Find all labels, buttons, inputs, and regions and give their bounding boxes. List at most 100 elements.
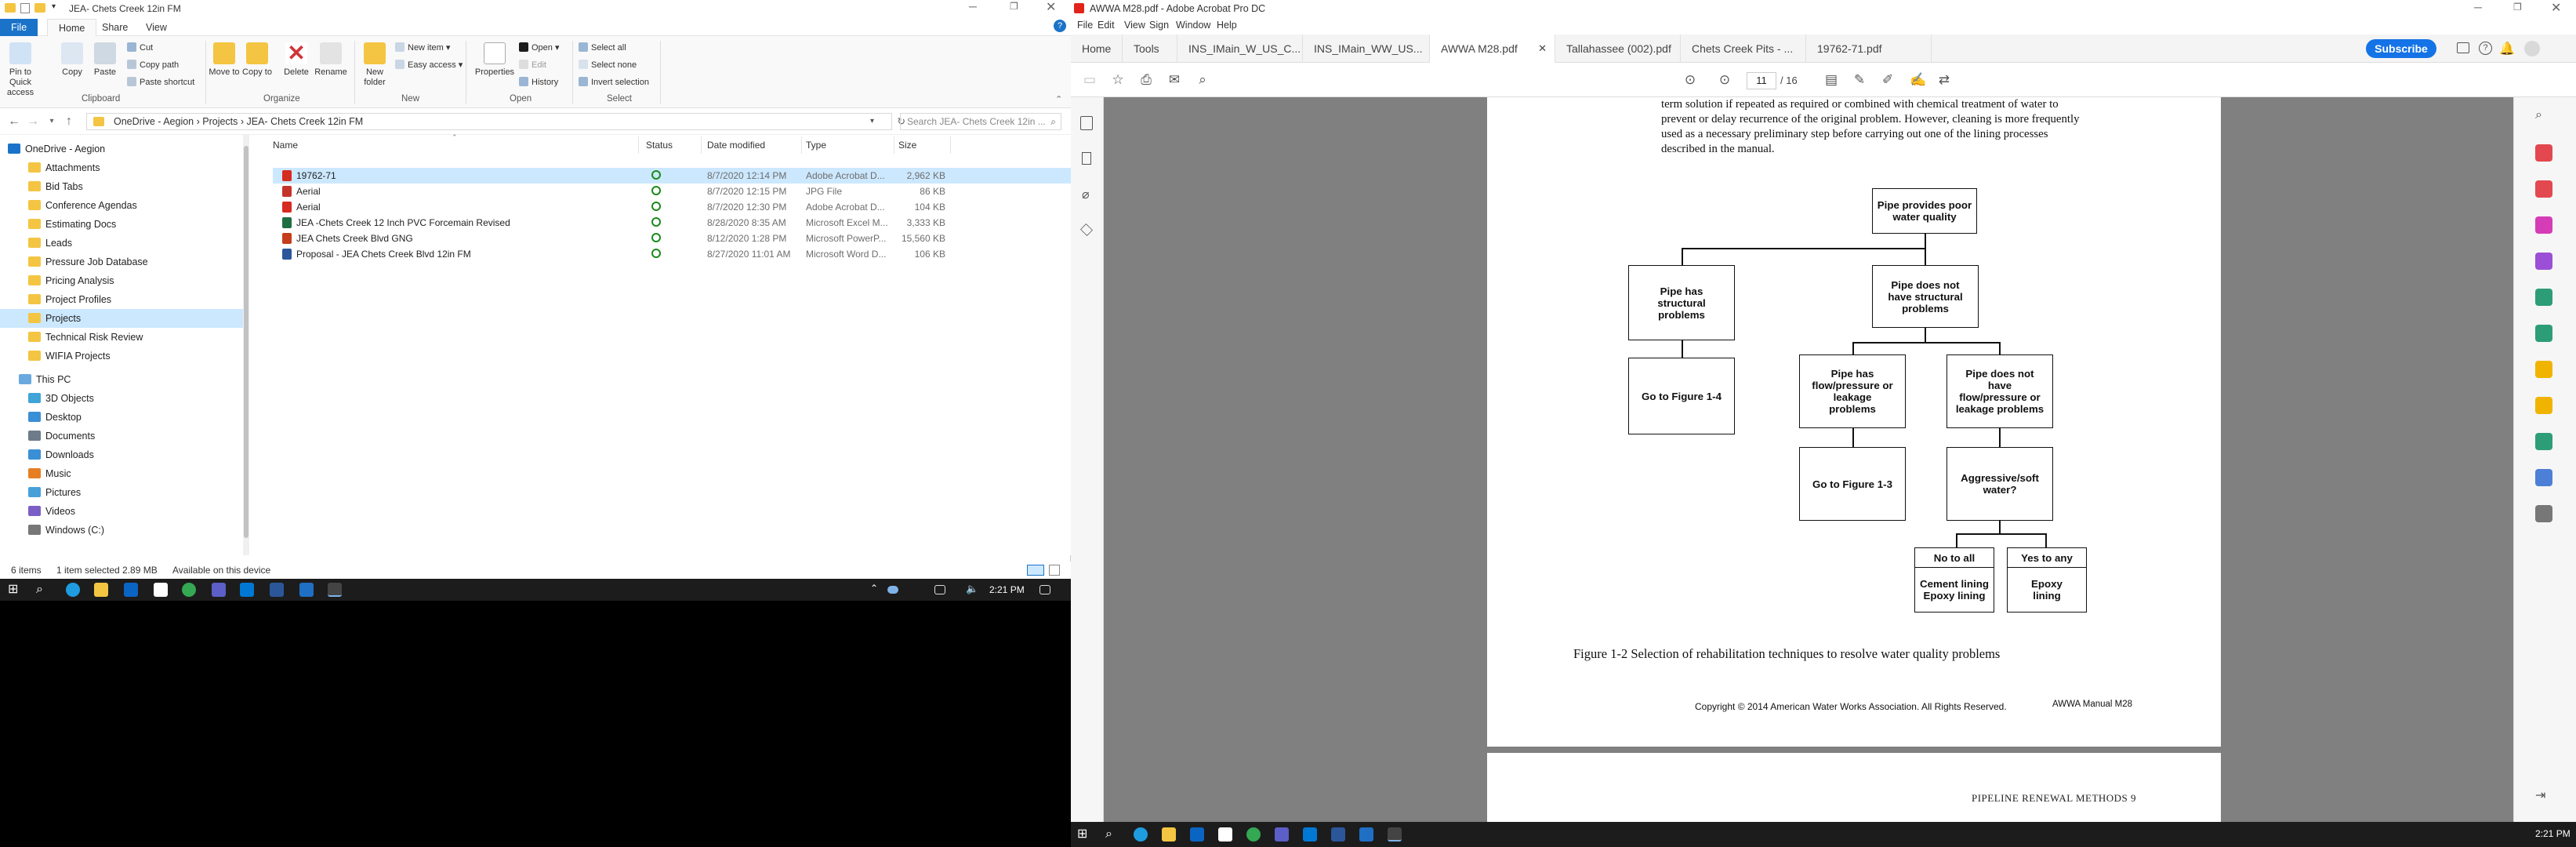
notifications-icon[interactable]	[1039, 585, 1050, 594]
back-arrow-icon[interactable]: ←	[6, 115, 22, 129]
minimize-button[interactable]: ─	[969, 0, 977, 13]
pin-quick-access-button[interactable]: Pin to Quick access	[3, 42, 38, 98]
file-explorer-icon[interactable]	[1162, 827, 1176, 842]
nav-item-3d-objects[interactable]: 3D Objects	[0, 389, 243, 408]
search-icon[interactable]: ⌕	[1050, 114, 1056, 129]
edit-pdf-icon[interactable]	[2535, 216, 2552, 234]
app-icon[interactable]	[299, 583, 314, 597]
tab-file[interactable]: File	[0, 19, 38, 36]
nav-item-pricing-analysis[interactable]: Pricing Analysis	[0, 271, 243, 290]
copy-button[interactable]: Copy	[55, 42, 89, 78]
minimize-button[interactable]: ─	[2474, 1, 2482, 13]
comment-icon[interactable]: ▤	[1823, 72, 1839, 88]
details-view-icon[interactable]	[1027, 565, 1044, 576]
highlight-icon[interactable]: ✎	[1852, 72, 1867, 88]
search-icon[interactable]: ⌕	[36, 583, 50, 597]
volume-icon[interactable]: 🔈	[966, 583, 980, 597]
edge-icon[interactable]	[66, 583, 80, 597]
subscribe-button[interactable]: Subscribe	[2366, 39, 2436, 58]
tray-chevron-icon[interactable]: ⌃	[870, 583, 884, 597]
maximize-button[interactable]: ❐	[1010, 1, 1018, 12]
previous-page-icon[interactable]: ⊙	[1682, 72, 1698, 88]
attachment-icon[interactable]: ⌀	[1082, 187, 1090, 202]
print-icon[interactable]: ⎙	[1138, 72, 1154, 88]
close-button[interactable]: ✕	[2551, 0, 2561, 16]
more-tools-icon[interactable]	[2535, 505, 2552, 522]
save-icon[interactable]: ▭	[1082, 72, 1098, 88]
comment-icon[interactable]	[2535, 397, 2552, 414]
nav-item-windows-c-[interactable]: Windows (C:)	[0, 521, 243, 540]
nav-item-documents[interactable]: Documents	[0, 427, 243, 445]
nav-scrollbar-thumb[interactable]	[244, 146, 249, 538]
collapse-ribbon-icon[interactable]: ⌃	[1055, 94, 1062, 104]
column-header-date[interactable]: Date modified	[707, 140, 765, 151]
nav-item-estimating-docs[interactable]: Estimating Docs	[0, 215, 243, 234]
nav-item-leads[interactable]: Leads	[0, 234, 243, 253]
tab-tools[interactable]: Tools	[1123, 35, 1177, 63]
menu-window[interactable]: Window	[1176, 20, 1210, 31]
close-button[interactable]: ✕	[1046, 0, 1056, 15]
notepad-icon[interactable]	[154, 583, 168, 597]
app-icon[interactable]	[1303, 827, 1317, 842]
select-all-button[interactable]: Select all	[579, 41, 626, 55]
help-icon[interactable]: ?	[2479, 42, 2492, 55]
qa-properties-icon[interactable]	[20, 3, 30, 13]
select-none-button[interactable]: Select none	[579, 58, 637, 72]
teams-icon[interactable]	[212, 583, 226, 597]
app-icon[interactable]	[1331, 827, 1345, 842]
collapse-pane-icon[interactable]: ⇥	[2535, 787, 2552, 805]
tab-19762-71-pdf[interactable]: 19762-71.pdf	[1806, 35, 1932, 63]
page-thumbnails-icon[interactable]	[1080, 116, 1093, 130]
nav-item-onedrive-aegion[interactable]: OneDrive - Aegion	[0, 140, 243, 158]
comment-tool-icon[interactable]	[2535, 253, 2552, 270]
new-folder-button[interactable]: New folder	[357, 42, 392, 88]
nav-item-videos[interactable]: Videos	[0, 502, 243, 521]
taskbar-clock[interactable]: 2:21 PM	[2535, 828, 2571, 839]
nav-item-this-pc[interactable]: This PC	[0, 370, 243, 389]
copy-to-button[interactable]: Copy to	[240, 42, 274, 78]
address-bar[interactable]: OneDrive - Aegion › Projects › JEA- Chet…	[86, 113, 905, 130]
layers-icon[interactable]	[1080, 224, 1093, 236]
notepad-icon[interactable]	[1218, 827, 1232, 842]
network-icon[interactable]	[934, 585, 945, 594]
rename-button[interactable]: Rename	[314, 42, 348, 78]
qa-newfolder-icon[interactable]	[34, 3, 45, 13]
tab-ins-imain-ww-us[interactable]: INS_IMain_WW_US...	[1303, 35, 1430, 63]
forward-arrow-icon[interactable]: →	[25, 115, 41, 129]
next-page-icon[interactable]: ⊙	[1717, 72, 1732, 88]
outlook-icon[interactable]	[124, 583, 138, 597]
paste-shortcut-button[interactable]: Paste shortcut	[127, 75, 194, 89]
chrome-icon[interactable]	[182, 583, 196, 597]
tab-home[interactable]: Home	[47, 19, 97, 36]
open-button[interactable]: Open ▾	[519, 41, 560, 55]
onedrive-icon[interactable]	[887, 586, 898, 594]
search-icon[interactable]: ⌕	[1195, 72, 1210, 88]
zoom-icon[interactable]: ⌕	[2535, 108, 2552, 125]
address-dropdown-icon[interactable]: ▾	[870, 114, 874, 129]
large-icons-view-icon[interactable]	[1049, 565, 1060, 576]
nav-item-technical-risk-review[interactable]: Technical Risk Review	[0, 328, 243, 347]
menu-sign[interactable]: Sign	[1149, 20, 1169, 31]
paste-button[interactable]: Paste	[88, 42, 122, 78]
export-pdf-icon[interactable]	[2535, 144, 2552, 162]
easy-access-button[interactable]: Easy access ▾	[395, 58, 463, 72]
close-tab-icon[interactable]: ✕	[1538, 35, 1547, 63]
scan-icon[interactable]	[2535, 433, 2552, 450]
copy-path-button[interactable]: Copy path	[127, 58, 179, 72]
recent-chevron-icon[interactable]: ▾	[44, 117, 60, 125]
bookmark-icon[interactable]	[1082, 152, 1091, 165]
nav-item-attachments[interactable]: Attachments	[0, 158, 243, 177]
acrobat-taskbar-icon[interactable]	[328, 583, 342, 597]
tab-ins-imain-w-us-c[interactable]: INS_IMain_W_US_C...	[1177, 35, 1303, 63]
app-icon[interactable]	[270, 583, 284, 597]
fill-sign-icon[interactable]	[2535, 361, 2552, 378]
column-header-status[interactable]: Status	[646, 140, 673, 151]
nav-item-desktop[interactable]: Desktop	[0, 408, 243, 427]
help-icon[interactable]: ?	[1054, 20, 1066, 32]
nav-item-wifia-projects[interactable]: WIFIA Projects	[0, 347, 243, 365]
page-number-input[interactable]: 11	[1747, 72, 1776, 89]
history-button[interactable]: History	[519, 75, 558, 89]
sign-icon[interactable]: ✍	[1910, 72, 1926, 88]
new-item-button[interactable]: New item ▾	[395, 41, 450, 55]
tab-tallahassee-002-pdf[interactable]: Tallahassee (002).pdf	[1555, 35, 1681, 63]
